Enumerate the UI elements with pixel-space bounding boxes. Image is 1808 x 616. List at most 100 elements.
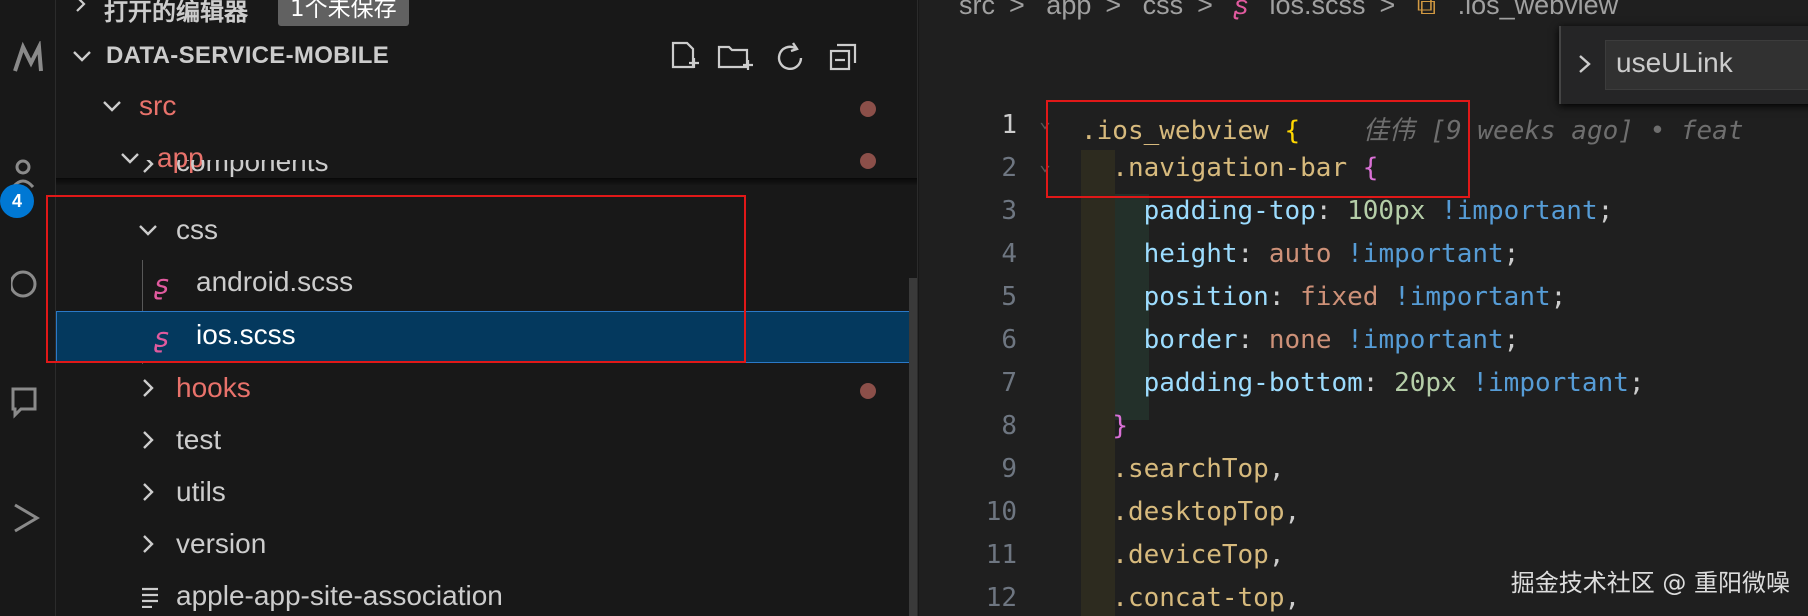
code-text: .deviceTop,	[1081, 540, 1285, 570]
code-token: :	[1237, 325, 1269, 355]
code-token: !important	[1331, 239, 1504, 269]
code-token: ;	[1550, 282, 1567, 312]
chevron-down-icon	[103, 101, 121, 112]
tree-item-test[interactable]: test	[56, 416, 917, 468]
code-token: 100px	[1347, 196, 1426, 226]
text-file-icon	[142, 587, 158, 608]
notification-badge: 4	[0, 184, 34, 218]
code-token: border	[1081, 325, 1238, 355]
code-line[interactable]: 8 }	[919, 407, 1808, 450]
symbol-class-icon: ⧉	[1416, 0, 1437, 20]
tree-item-label: components	[176, 160, 329, 177]
find-input[interactable]: useULink	[1605, 40, 1808, 90]
sticky-scroll-shadow	[56, 178, 917, 186]
tree-item-src[interactable]: src	[56, 82, 917, 134]
code-line[interactable]: 5 position: fixed !important;	[919, 278, 1808, 321]
code-token: !important	[1425, 196, 1598, 226]
code-token: }	[1112, 411, 1128, 441]
collapse-all-icon[interactable]	[822, 38, 866, 78]
highlight-box	[1046, 100, 1470, 198]
tree-item-label: version	[176, 528, 267, 559]
chevron-right-icon[interactable]	[1575, 52, 1595, 76]
tree-item-apple-app-site-association[interactable]: apple-app-site-association	[56, 572, 917, 616]
comments-icon[interactable]	[0, 374, 56, 430]
tree-item-utils[interactable]: utils	[56, 468, 917, 520]
code-token: ,	[1268, 454, 1285, 484]
code-token: .deviceTop	[1081, 540, 1269, 570]
line-number: 3	[1001, 196, 1017, 226]
code-token: ;	[1503, 239, 1520, 269]
code-token: ;	[1628, 368, 1645, 398]
code-token: .concat-top	[1081, 583, 1285, 613]
code-token: none	[1268, 325, 1332, 355]
code-token: :	[1362, 368, 1395, 398]
chevron-right-icon	[76, 0, 86, 12]
tree-item-hooks[interactable]: hooks	[56, 364, 917, 416]
line-number: 11	[985, 540, 1017, 570]
code-token: ,	[1284, 497, 1301, 527]
chevron-right-icon	[143, 160, 154, 173]
project-header[interactable]: DATA-SERVICE-MOBILE	[56, 36, 917, 78]
find-widget: useULink	[1559, 26, 1808, 104]
breadcrumb-item[interactable]: app	[1046, 0, 1091, 20]
code-token: :	[1237, 239, 1269, 269]
code-text: .desktopTop,	[1081, 497, 1300, 527]
tree-item-version[interactable]: version	[56, 520, 917, 572]
tree-item-label: apple-app-site-association	[176, 580, 503, 611]
code-line[interactable]: 6 border: none !important;	[919, 321, 1808, 364]
chevron-right-icon: >	[1009, 0, 1025, 20]
code-token: .searchTop	[1081, 454, 1269, 484]
code-line[interactable]: 4 height: auto !important;	[919, 235, 1808, 278]
code-token: ;	[1503, 325, 1520, 355]
open-editors-header[interactable]: 打开的编辑器 1个未保存	[56, 0, 917, 26]
sass-file-icon: ʂ	[1234, 0, 1248, 20]
run-icon[interactable]	[0, 490, 56, 546]
source-control-icon[interactable]	[0, 30, 56, 86]
tree-item-label: hooks	[176, 372, 251, 403]
line-number: 6	[1001, 325, 1017, 355]
code-text: .searchTop,	[1081, 454, 1285, 484]
code-text: border: none !important;	[1081, 325, 1520, 355]
line-number: 12	[985, 583, 1017, 613]
breadcrumb-item[interactable]: css	[1143, 0, 1184, 20]
breadcrumb-item[interactable]: ios.scss	[1269, 0, 1365, 20]
breadcrumb-item[interactable]: .ios_webview	[1458, 0, 1619, 20]
code-editor: src > app > css > ʂ ios.scss > ⧉ .ios_webvie…	[919, 0, 1808, 616]
line-number: 2	[1001, 153, 1017, 183]
line-number: 7	[1001, 368, 1017, 398]
code-token: auto	[1268, 239, 1332, 269]
project-title: DATA-SERVICE-MOBILE	[106, 42, 390, 69]
code-token: !important	[1378, 282, 1551, 312]
code-line[interactable]: 7 padding-bottom: 20px !important;	[919, 364, 1808, 407]
code-token: position	[1081, 282, 1269, 312]
code-line[interactable]: 3 padding-top: 100px !important;	[919, 192, 1808, 235]
code-text: }	[1081, 411, 1128, 441]
chevron-down-icon	[73, 51, 91, 62]
line-number: 9	[1001, 454, 1017, 484]
new-file-icon[interactable]	[662, 38, 706, 78]
tree-item-label: utils	[176, 476, 226, 507]
code-token: ,	[1268, 540, 1285, 570]
breadcrumb: src > app > css > ʂ ios.scss > ⧉ .ios_webvie…	[959, 0, 1632, 22]
sidebar-scrollbar[interactable]	[909, 278, 917, 616]
code-token: !important	[1331, 325, 1504, 355]
chevron-right-icon	[143, 483, 154, 501]
tree-item-label: src	[139, 90, 177, 121]
line-number: 8	[1001, 411, 1017, 441]
new-folder-icon[interactable]	[714, 38, 758, 78]
line-number: 10	[985, 497, 1017, 527]
code-line[interactable]: 10 .desktopTop,	[919, 493, 1808, 536]
code-line[interactable]: 9 .searchTop,	[919, 450, 1808, 493]
code-token: :	[1268, 282, 1301, 312]
refresh-icon[interactable]	[768, 38, 812, 78]
chevron-right-icon	[143, 379, 154, 397]
watermark: 掘金技术社区 @ 重阳微噪	[1510, 569, 1790, 597]
unsaved-badge: 1个未保存	[278, 0, 409, 26]
breadcrumb-item[interactable]: src	[959, 0, 995, 20]
code-text: .concat-top,	[1081, 583, 1300, 613]
line-number: 1	[1001, 110, 1017, 140]
tree-item-label: test	[176, 424, 222, 455]
chevron-right-icon	[143, 535, 154, 553]
code-token: fixed	[1300, 282, 1379, 312]
